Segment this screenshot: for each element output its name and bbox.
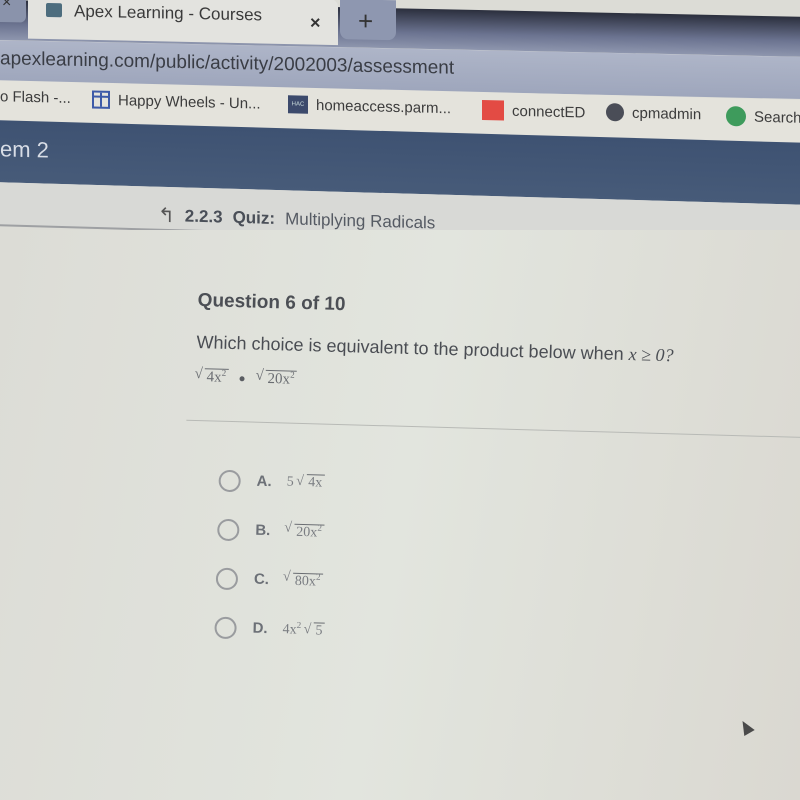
radio-button[interactable]	[217, 518, 240, 541]
page-icon	[92, 90, 110, 109]
bookmark-label: Search	[754, 108, 800, 127]
radio-button[interactable]	[214, 616, 237, 639]
choice-expression: 5 4x	[286, 473, 325, 491]
choice-expression: 80x2	[284, 571, 323, 591]
activity-number: 2.2.3	[184, 205, 223, 226]
choice-letter: B.	[255, 521, 271, 540]
radicand: 80x	[294, 573, 317, 590]
bookmark-label: o Flash -...	[0, 88, 71, 107]
radical: 5	[304, 622, 325, 640]
question-panel: Question 6 of 10 Which choice is equival…	[186, 290, 800, 667]
tab-title: Apex Learning - Courses	[74, 1, 263, 25]
exponent: 2	[290, 369, 295, 380]
back-arrow-icon[interactable]: ↰	[158, 203, 175, 228]
bookmark-happy-wheels[interactable]: Happy Wheels - Un...	[92, 90, 261, 112]
radio-button[interactable]	[218, 469, 241, 492]
radicand: 5	[315, 623, 323, 639]
choice-letter: A.	[256, 472, 272, 491]
radical-left: 4x2	[195, 367, 229, 387]
coefficient: 5	[286, 474, 294, 490]
radical: 4x	[297, 473, 325, 491]
bookmark-connected[interactable]: connectED	[482, 100, 585, 123]
prompt-text: Which choice is equivalent to the produc…	[196, 331, 629, 365]
question-expression: 4x2 20x2	[195, 367, 775, 402]
choice-letter: C.	[253, 570, 270, 589]
exponent: 2	[296, 620, 302, 631]
plus-icon: +	[358, 5, 374, 36]
bookmark-cpmadmin[interactable]: cpmadmin	[606, 103, 701, 123]
previous-tab[interactable]: ×	[0, 0, 26, 23]
tab-apex-learning[interactable]: Apex Learning - Courses ×	[28, 0, 338, 46]
multiply-dot-icon	[239, 376, 245, 382]
answer-choices: A. 5 4x B. 20x2 C. 80x2	[214, 456, 773, 667]
bookmark-label: cpmadmin	[632, 104, 702, 123]
mcgraw-hill-icon	[482, 100, 504, 121]
globe-icon	[606, 103, 624, 122]
choice-expression: 20x2	[285, 522, 325, 542]
bookmark-label: homeaccess.parm...	[316, 96, 452, 117]
app-header-title: em 2	[0, 136, 49, 163]
radicand: 4x	[206, 369, 222, 386]
activity-kind: Quiz:	[232, 207, 276, 228]
radical-right: 20x2	[256, 369, 297, 389]
close-icon[interactable]: ×	[2, 0, 11, 12]
radicand: 4x	[307, 474, 323, 491]
prompt-condition: x ≥ 0?	[628, 344, 674, 366]
choice-letter: D.	[252, 619, 268, 638]
spotify-icon	[726, 105, 746, 127]
radio-button[interactable]	[215, 567, 239, 590]
exponent: 2	[315, 571, 321, 582]
bookmark-label: Happy Wheels - Un...	[118, 91, 261, 113]
coefficient: 4x	[282, 622, 297, 638]
bookmark-homeaccess[interactable]: HAC homeaccess.parm...	[288, 95, 451, 117]
radical: 20x2	[285, 522, 325, 542]
question-prompt: Which choice is equivalent to the produc…	[196, 332, 776, 369]
hac-icon: HAC	[288, 95, 308, 114]
exponent: 2	[221, 367, 227, 378]
url-text[interactable]: apexlearning.com/public/activity/2002003…	[0, 48, 454, 80]
close-tab-icon[interactable]: ×	[310, 12, 321, 33]
bookmark-search[interactable]: Search	[726, 105, 800, 128]
bookmark-label: connectED	[512, 102, 586, 122]
quiz-main: Question 6 of 10 Which choice is equival…	[0, 230, 800, 800]
new-tab-button[interactable]: +	[340, 0, 396, 41]
radical: 80x2	[284, 571, 323, 591]
choice-expression: 4x2 5	[282, 620, 325, 640]
question-counter: Question 6 of 10	[197, 290, 346, 316]
bookmark-flash[interactable]: o Flash -...	[0, 88, 71, 107]
radicand: 20x	[267, 370, 291, 388]
divider	[186, 419, 800, 439]
radicand: 20x	[296, 524, 318, 541]
exponent: 2	[317, 522, 323, 533]
apex-favicon-icon	[46, 2, 62, 18]
